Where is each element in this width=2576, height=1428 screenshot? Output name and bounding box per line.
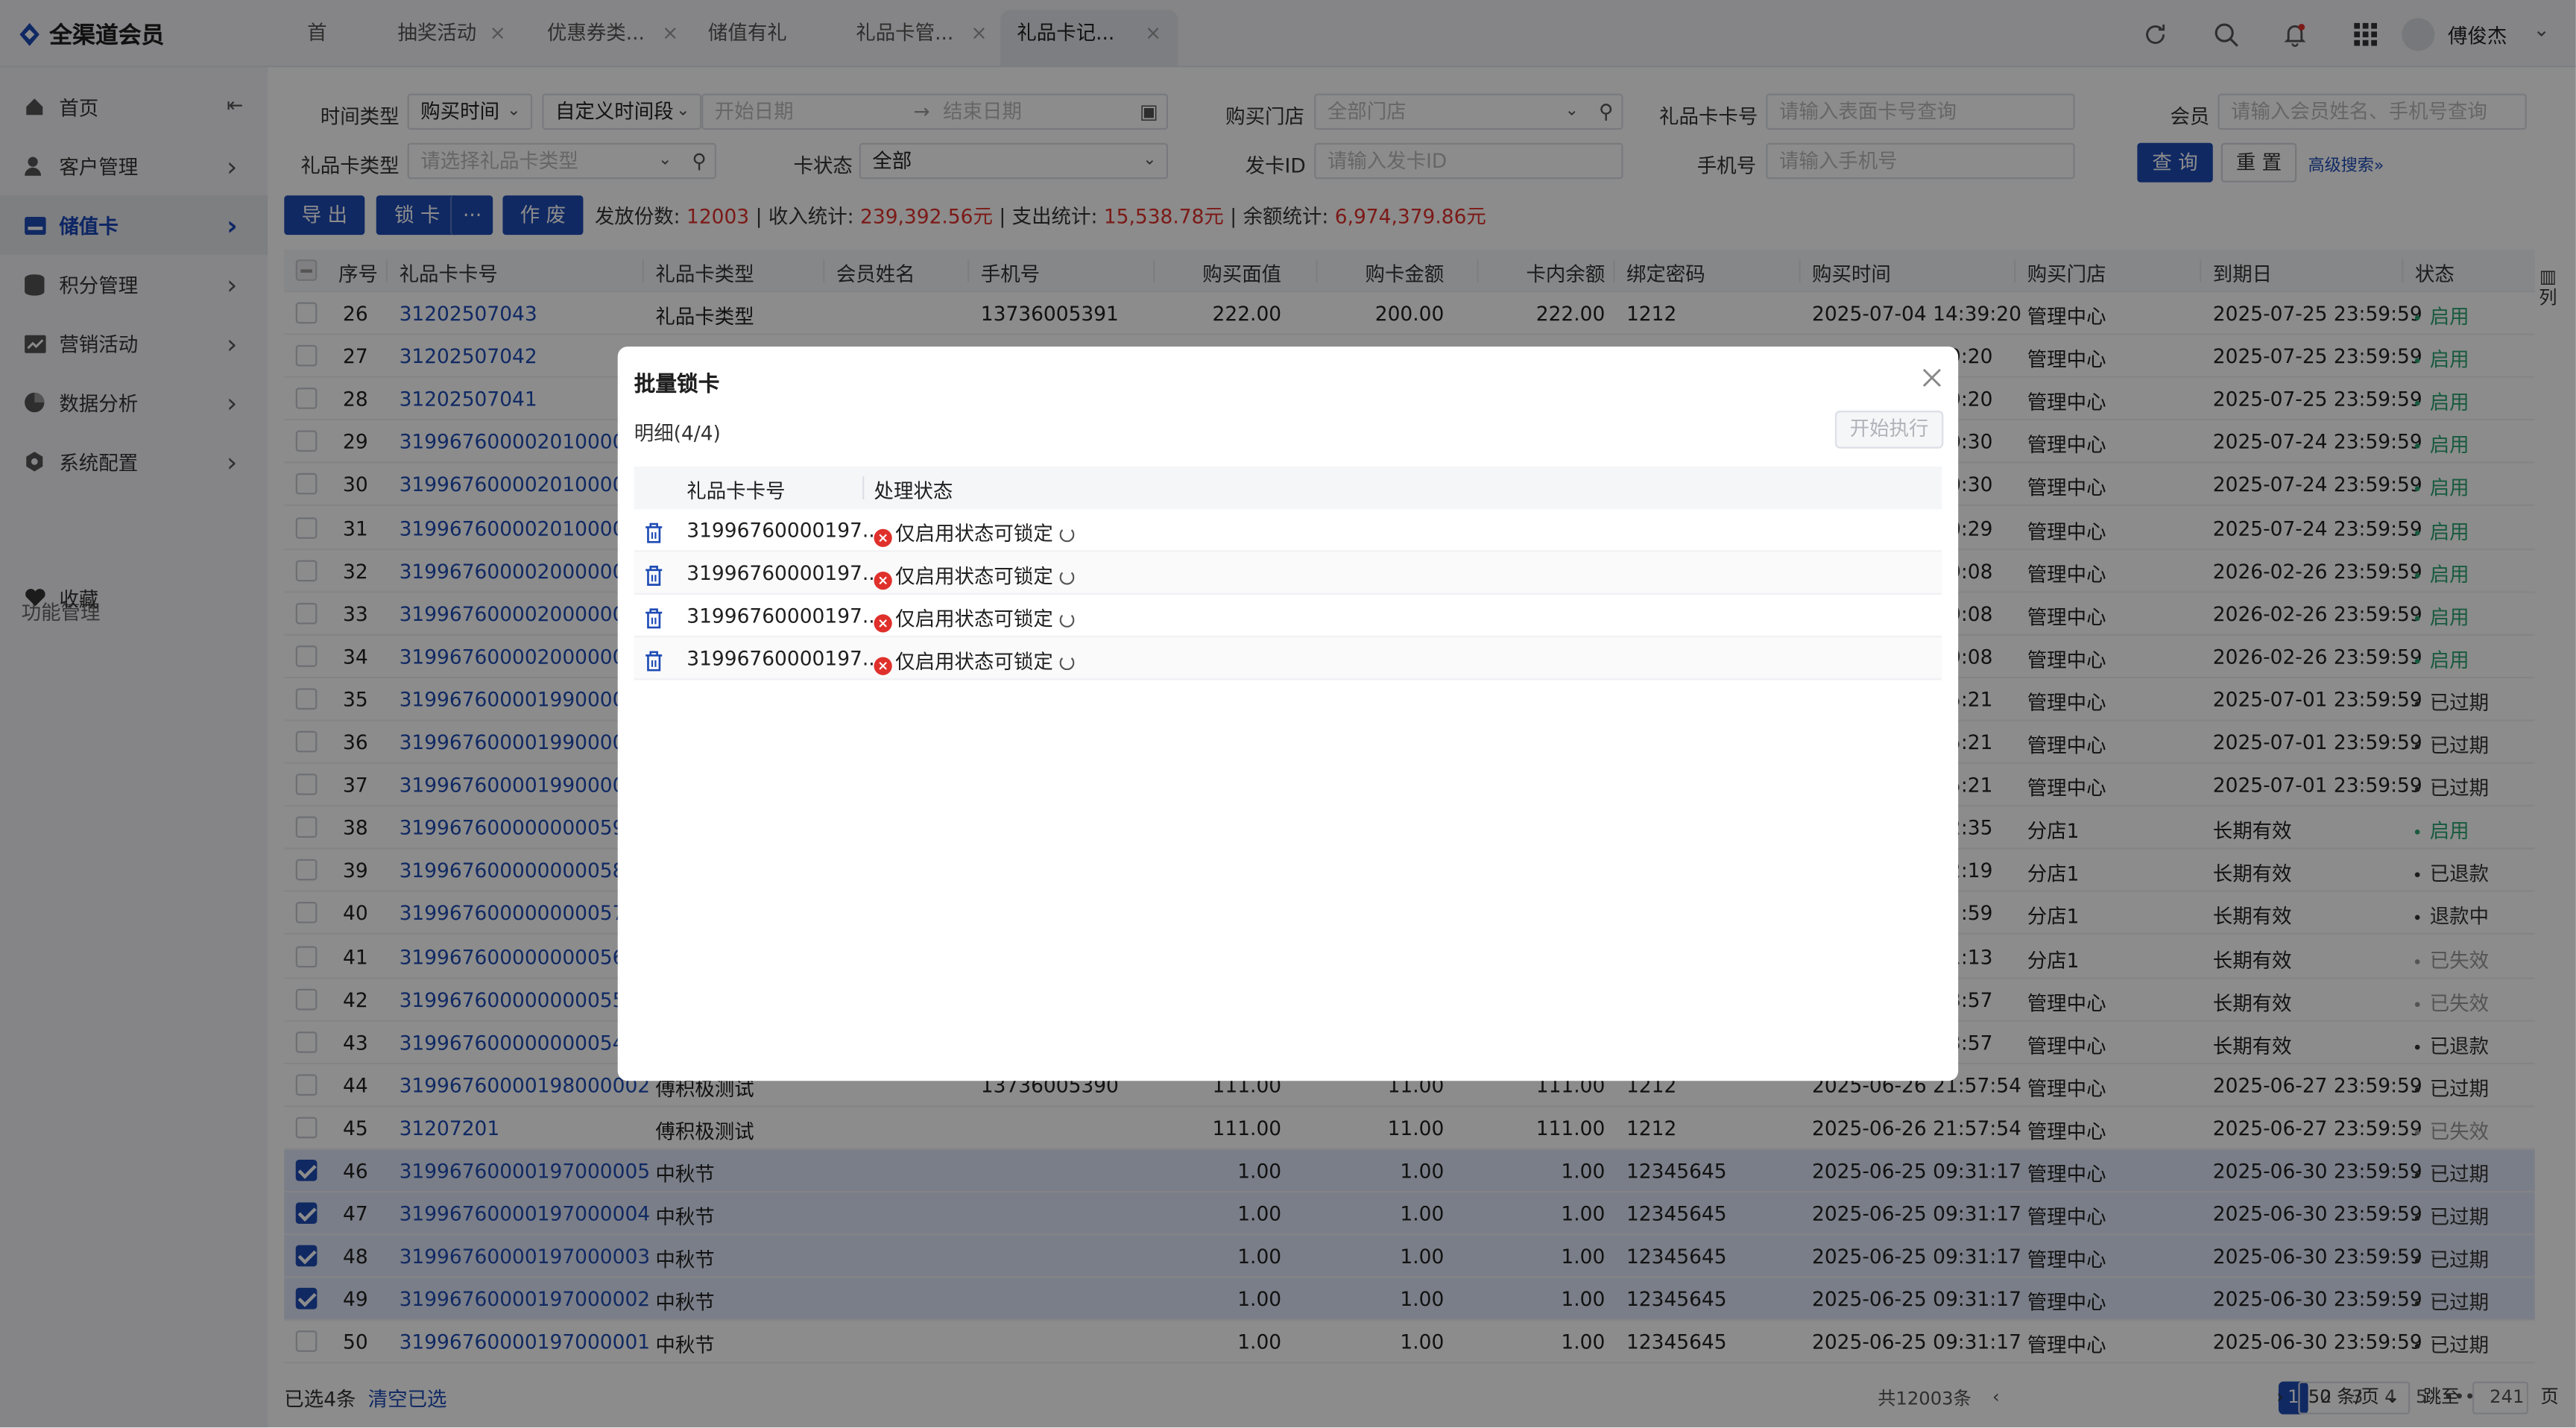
status-text: 仅启用状态可锁定: [895, 565, 1053, 589]
error-icon: ×: [874, 528, 892, 547]
modal-subtitle: 明细(4/4): [634, 422, 721, 446]
modal-cell-card: 31996760000197...: [686, 647, 882, 671]
modal-cell-card: 31996760000197...: [686, 604, 882, 628]
status-text: 仅启用状态可锁定: [895, 650, 1053, 674]
status-text: 仅启用状态可锁定: [895, 522, 1053, 546]
retry-icon[interactable]: [1059, 613, 1075, 628]
modal-col-status: 处理状态: [874, 479, 953, 503]
error-icon: ×: [874, 657, 892, 675]
modal-row: 31996760000197... × 仅启用状态可锁定: [634, 637, 1942, 680]
modal-col-card: 礼品卡卡号: [686, 479, 786, 503]
modal-cell-status: × 仅启用状态可锁定: [874, 562, 1075, 590]
column-divider: [862, 476, 865, 500]
error-icon: ×: [874, 571, 892, 590]
modal-title: 批量锁卡: [634, 373, 720, 398]
delete-icon[interactable]: [644, 519, 663, 543]
error-icon: ×: [874, 614, 892, 633]
modal-cell-status: × 仅启用状态可锁定: [874, 604, 1075, 633]
retry-icon[interactable]: [1059, 527, 1075, 543]
batch-lock-modal: 批量锁卡 明细(4/4) 开始执行 礼品卡卡号 处理状态 31996760000…: [617, 347, 1959, 1081]
modal-cell-card: 31996760000197...: [686, 519, 882, 543]
retry-icon[interactable]: [1059, 655, 1075, 671]
delete-icon[interactable]: [644, 647, 663, 672]
delete-icon[interactable]: [644, 604, 663, 629]
delete-icon[interactable]: [644, 562, 663, 586]
modal-cell-card: 31996760000197...: [686, 561, 882, 585]
modal-row: 31996760000197... × 仅启用状态可锁定: [634, 595, 1942, 638]
close-icon[interactable]: [1920, 366, 1943, 389]
status-text: 仅启用状态可锁定: [895, 607, 1053, 631]
modal-row: 31996760000197... × 仅启用状态可锁定: [634, 552, 1942, 595]
start-execute-button[interactable]: 开始执行: [1834, 411, 1944, 449]
modal-cell-status: × 仅启用状态可锁定: [874, 647, 1075, 675]
modal-cell-status: × 仅启用状态可锁定: [874, 519, 1075, 547]
modal-row: 31996760000197... × 仅启用状态可锁定: [634, 509, 1942, 552]
app-root: 全渠道会员 首页抽奖活动×优惠券类...×储值有礼礼品卡管...×礼品卡记...…: [0, 0, 2576, 1428]
retry-icon[interactable]: [1059, 569, 1075, 585]
modal-table-header: 礼品卡卡号 处理状态: [634, 466, 1942, 510]
